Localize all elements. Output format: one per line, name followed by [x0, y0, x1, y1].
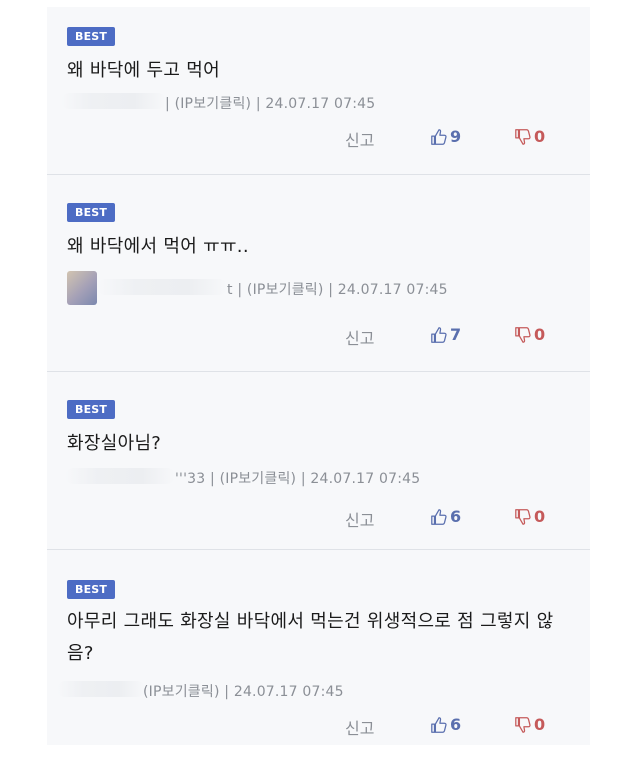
comment-meta: | (IP보기클릭) | 24.07.17 07:45 [237, 282, 448, 298]
best-badge: BEST [67, 203, 116, 222]
thumbs-down-icon [515, 716, 531, 733]
report-button[interactable]: 신고 [345, 127, 374, 151]
author-tail: '''33 [175, 471, 206, 487]
report-button[interactable]: 신고 [345, 507, 374, 531]
like-count: 6 [450, 715, 462, 734]
like-button[interactable]: 6 [430, 715, 461, 734]
redacted-author [57, 681, 145, 697]
dislike-button[interactable]: 0 [514, 507, 545, 526]
report-button[interactable]: 신고 [345, 325, 374, 349]
dislike-button[interactable]: 0 [514, 127, 545, 146]
comment-meta: | (IP보기클릭) | 24.07.17 07:45 [210, 471, 421, 487]
dislike-button[interactable]: 0 [514, 325, 545, 344]
thumbs-up-icon [431, 326, 447, 343]
thumbs-up-icon [431, 128, 447, 145]
dislike-count: 0 [534, 715, 546, 734]
comment-text: 왜 바닥에서 먹어 ㅠㅠ.. [67, 236, 249, 257]
comment-text: 화장실아님? [67, 433, 162, 454]
thumbs-down-icon [515, 326, 531, 343]
comment-actions: 신고 6 0 [47, 507, 590, 531]
thumbs-down-icon [515, 128, 531, 145]
like-count: 7 [450, 325, 462, 344]
like-count: 6 [450, 507, 462, 526]
like-button[interactable]: 9 [430, 127, 461, 146]
comment-item: BEST 왜 바닥에 두고 먹어 | (IP보기클릭) | 24.07.17 0… [47, 7, 590, 175]
avatar [67, 271, 97, 305]
like-button[interactable]: 6 [430, 507, 461, 526]
report-button[interactable]: 신고 [345, 715, 374, 739]
comment-actions: 신고 7 0 [47, 325, 590, 349]
comment-meta: (IP보기클릭) | 24.07.17 07:45 [143, 684, 344, 700]
redacted-author [97, 279, 227, 295]
best-badge: BEST [67, 400, 116, 419]
like-count: 9 [450, 127, 462, 146]
comment-text: 아무리 그래도 화장실 바닥에서 먹는건 위생적으로 점 그렇지 않음? [67, 611, 554, 664]
dislike-count: 0 [534, 507, 546, 526]
comment-actions: 신고 9 0 [47, 127, 590, 151]
comment-text: 왜 바닥에 두고 먹어 [67, 60, 220, 81]
comment-item: BEST 화장실아님? '''33 | (IP보기클릭) | 24.07.17 … [47, 372, 590, 550]
best-badge: BEST [67, 580, 116, 599]
dislike-count: 0 [534, 127, 546, 146]
dislike-button[interactable]: 0 [514, 715, 545, 734]
comment-meta: | (IP보기클릭) | 24.07.17 07:45 [165, 96, 376, 112]
comment-item: BEST 아무리 그래도 화장실 바닥에서 먹는건 위생적으로 점 그렇지 않음… [47, 550, 590, 745]
redacted-author [61, 93, 166, 109]
comment-actions: 신고 6 0 [47, 715, 590, 739]
author-tail: t [227, 282, 233, 298]
best-badge: BEST [67, 27, 116, 46]
thumbs-down-icon [515, 508, 531, 525]
redacted-author [65, 468, 175, 484]
dislike-count: 0 [534, 325, 546, 344]
like-button[interactable]: 7 [430, 325, 461, 344]
comment-list: BEST 왜 바닥에 두고 먹어 | (IP보기클릭) | 24.07.17 0… [47, 7, 590, 745]
thumbs-up-icon [431, 716, 447, 733]
thumbs-up-icon [431, 508, 447, 525]
comment-item: BEST 왜 바닥에서 먹어 ㅠㅠ.. t | (IP보기클릭) | 24.07… [47, 175, 590, 372]
